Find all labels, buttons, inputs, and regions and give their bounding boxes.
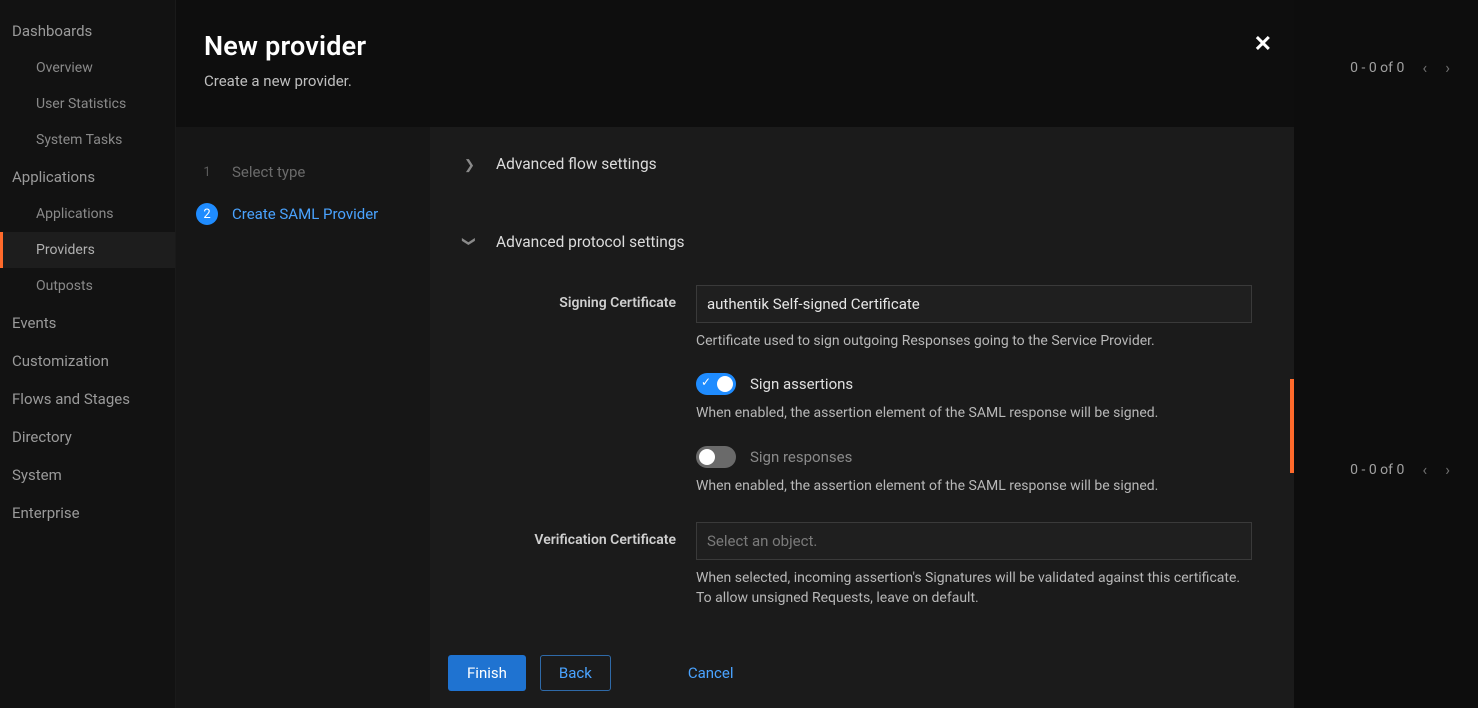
nav-section-dashboards[interactable]: Dashboards [0,12,175,50]
modal-header: New provider Create a new provider. ✕ [176,0,1294,127]
pagination-bottom: 0 - 0 of 0 ‹ › [1350,460,1450,479]
signing-certificate-label: Signing Certificate [496,285,676,522]
section-advanced-flow[interactable]: ❯ Advanced flow settings [464,141,1260,187]
modal-body: 1 Select type 2 Create SAML Provider ❯ A… [176,127,1294,708]
sign-responses-help: When enabled, the assertion element of t… [696,476,1252,496]
finish-button[interactable]: Finish [448,655,526,691]
sign-assertions-help: When enabled, the assertion element of t… [696,403,1252,423]
pagination-bottom-prev-icon[interactable]: ‹ [1422,460,1427,479]
sign-assertions-toggle[interactable] [696,373,736,395]
chevron-right-icon: ❯ [464,158,476,170]
pagination-bottom-range: 0 - 0 of 0 [1350,462,1404,478]
pagination-top-next-icon[interactable]: › [1445,58,1450,77]
scrollbar-thumb[interactable] [1290,379,1294,473]
chevron-down-icon: ❯ [464,236,476,248]
modal-title: New provider [204,30,1266,62]
nav-section-flows-stages[interactable]: Flows and Stages [0,380,175,418]
protocol-settings-form: Signing Certificate authentik Self-signe… [464,285,1260,608]
nav-item-applications[interactable]: Applications [0,196,175,232]
section-label: Advanced flow settings [496,155,657,173]
nav-item-providers[interactable]: Providers [0,232,175,268]
pagination-bottom-next-icon[interactable]: › [1445,460,1450,479]
nav-item-user-statistics[interactable]: User Statistics [0,86,175,122]
nav-section-customization[interactable]: Customization [0,342,175,380]
verification-certificate-select[interactable]: Select an object. [696,522,1252,560]
wizard-step-label: Select type [232,163,305,181]
modal-subtitle: Create a new provider. [204,72,1266,90]
wizard-step-number: 2 [196,203,218,225]
nav-section-applications[interactable]: Applications [0,158,175,196]
wizard-step-number: 1 [196,161,218,183]
pagination-top: 0 - 0 of 0 ‹ › [1350,58,1450,77]
new-provider-modal: New provider Create a new provider. ✕ 1 … [176,0,1294,708]
section-label: Advanced protocol settings [496,233,685,251]
back-button[interactable]: Back [540,655,611,691]
sign-responses-label: Sign responses [750,448,852,466]
section-advanced-protocol[interactable]: ❯ Advanced protocol settings [464,219,1260,265]
pagination-top-range: 0 - 0 of 0 [1350,60,1404,76]
form-area: ❯ Advanced flow settings ❯ Advanced prot… [430,127,1294,708]
cancel-button[interactable]: Cancel [669,655,753,691]
verification-certificate-help: When selected, incoming assertion's Sign… [696,568,1252,609]
nav-section-enterprise[interactable]: Enterprise [0,494,175,532]
wizard-steps: 1 Select type 2 Create SAML Provider [176,127,430,708]
wizard-step-create-saml[interactable]: 2 Create SAML Provider [176,193,430,235]
sign-responses-row: Sign responses [696,446,1252,468]
nav-item-system-tasks[interactable]: System Tasks [0,122,175,158]
signing-certificate-select[interactable]: authentik Self-signed Certificate [696,285,1252,323]
sign-responses-toggle[interactable] [696,446,736,468]
nav-section-system[interactable]: System [0,456,175,494]
signing-certificate-help: Certificate used to sign outgoing Respon… [696,331,1252,351]
nav-sidebar: Dashboards Overview User Statistics Syst… [0,0,176,708]
pagination-top-prev-icon[interactable]: ‹ [1422,58,1427,77]
sign-assertions-label: Sign assertions [750,375,853,393]
nav-section-events[interactable]: Events [0,304,175,342]
sign-assertions-row: Sign assertions [696,373,1252,395]
wizard-step-label: Create SAML Provider [232,205,378,223]
nav-item-outposts[interactable]: Outposts [0,268,175,304]
nav-section-directory[interactable]: Directory [0,418,175,456]
verification-certificate-label: Verification Certificate [496,522,676,609]
close-icon[interactable]: ✕ [1254,32,1272,57]
modal-footer: Finish Back Cancel [430,638,1294,708]
nav-item-overview[interactable]: Overview [0,50,175,86]
wizard-step-select-type[interactable]: 1 Select type [176,151,430,193]
